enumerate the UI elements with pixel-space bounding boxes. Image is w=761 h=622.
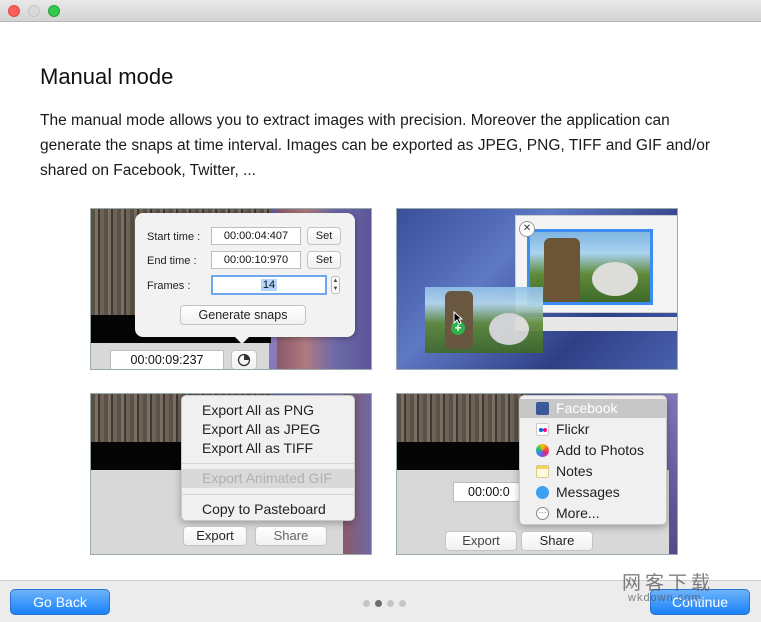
- share-item-facebook[interactable]: Facebook: [520, 399, 666, 418]
- screenshot-export-menu: Export All as PNG Export All as JPEG Exp…: [90, 393, 372, 555]
- screenshot-drag-drop: ✕ +: [396, 208, 678, 370]
- export-menu: Export All as PNG Export All as JPEG Exp…: [181, 395, 355, 521]
- facebook-icon: [536, 401, 549, 415]
- menu-item-export-png[interactable]: Export All as PNG: [182, 401, 354, 420]
- page-description: The manual mode allows you to extract im…: [40, 112, 710, 179]
- cursor-icon: [453, 311, 463, 325]
- snap-interval-popover: Start time : 00:00:04:407 Set End time :…: [135, 213, 355, 344]
- export-button[interactable]: Export: [445, 531, 517, 551]
- dragged-thumbnail[interactable]: [425, 287, 543, 353]
- end-time-label: End time :: [147, 255, 197, 267]
- frames-value: 14: [260, 279, 278, 291]
- menu-item-export-tiff[interactable]: Export All as TIFF: [182, 439, 354, 458]
- frames-stepper[interactable]: ▲ ▼: [331, 276, 340, 294]
- start-time-label: Start time :: [147, 231, 201, 243]
- dropped-image: [527, 229, 653, 305]
- onboarding-window: Manual mode The manual mode allows you t…: [0, 0, 761, 622]
- video-letterbox: [397, 442, 527, 470]
- page-dot-3[interactable]: [387, 600, 394, 607]
- title-bar: [0, 0, 761, 22]
- export-button[interactable]: Export: [183, 526, 247, 546]
- menu-item-export-gif[interactable]: Export Animated GIF: [182, 469, 354, 488]
- minimize-window-button[interactable]: [28, 5, 40, 17]
- set-end-button[interactable]: Set: [307, 251, 341, 269]
- photos-icon: [536, 443, 549, 457]
- share-item-label: Notes: [556, 463, 593, 479]
- share-item-photos[interactable]: Add to Photos: [520, 441, 666, 460]
- menu-item-export-jpeg[interactable]: Export All as JPEG: [182, 420, 354, 439]
- page-dot-4[interactable]: [399, 600, 406, 607]
- share-item-flickr[interactable]: Flickr: [520, 420, 666, 439]
- share-item-label: More...: [556, 505, 600, 521]
- share-item-notes[interactable]: Notes: [520, 462, 666, 481]
- share-item-label: Flickr: [556, 421, 590, 437]
- share-item-label: Facebook: [556, 400, 618, 416]
- messages-icon: [536, 485, 549, 499]
- clock-icon: [237, 353, 251, 367]
- share-menu: Facebook Flickr Add to Photos Notes Mess…: [519, 395, 667, 525]
- page-title: Manual mode: [40, 64, 174, 89]
- close-icon[interactable]: ✕: [519, 221, 535, 237]
- menu-separator: [182, 494, 354, 495]
- watermark-url: wkdown.com: [628, 592, 702, 604]
- menu-separator: [182, 463, 354, 464]
- watermark: 网客下载: [622, 573, 715, 594]
- more-icon: ···: [536, 506, 549, 520]
- close-window-button[interactable]: [8, 5, 20, 17]
- share-item-more[interactable]: ··· More...: [520, 504, 666, 523]
- interval-button[interactable]: [231, 350, 257, 369]
- video-frame: [397, 394, 527, 442]
- start-time-field[interactable]: 00:00:04:407: [211, 227, 301, 245]
- notes-icon: [536, 464, 549, 478]
- screenshot-snap-interval: 00:00:09:237 Start time : 00:00:04:407 S…: [90, 208, 372, 370]
- generate-snaps-button[interactable]: Generate snaps: [180, 305, 306, 325]
- set-start-button[interactable]: Set: [307, 227, 341, 245]
- end-time-field[interactable]: 00:00:10:970: [211, 251, 301, 269]
- share-item-label: Add to Photos: [556, 442, 644, 458]
- flickr-icon: [536, 422, 549, 436]
- screenshot-share-menu: 00:00:0 Facebook Flickr Add to Photos No…: [396, 393, 678, 555]
- share-button[interactable]: Share: [521, 531, 593, 551]
- share-button[interactable]: Share: [255, 526, 327, 546]
- go-back-button[interactable]: Go Back: [10, 589, 110, 615]
- share-item-label: Messages: [556, 484, 620, 500]
- menu-item-copy-pasteboard[interactable]: Copy to Pasteboard: [182, 500, 354, 519]
- page-dot-1[interactable]: [363, 600, 370, 607]
- frames-label: Frames :: [147, 280, 191, 292]
- timecode-field[interactable]: 00:00:09:237: [110, 350, 224, 369]
- page-dot-2[interactable]: [375, 600, 382, 607]
- zoom-window-button[interactable]: [48, 5, 60, 17]
- share-item-messages[interactable]: Messages: [520, 483, 666, 502]
- frames-field[interactable]: 14: [211, 275, 327, 295]
